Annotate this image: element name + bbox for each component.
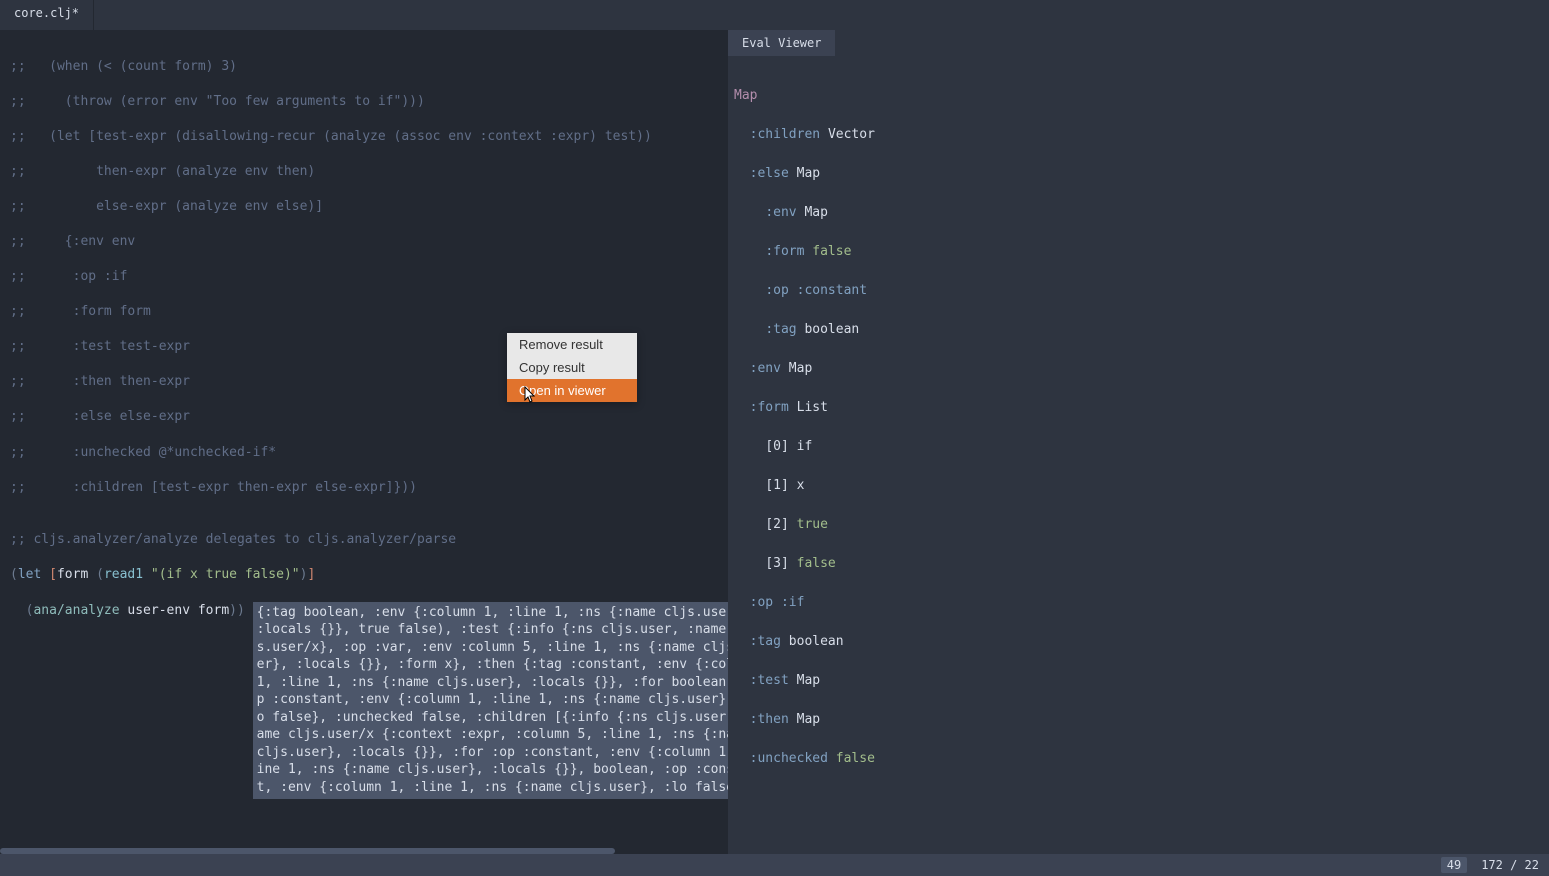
editor-pane[interactable]: ;; (when (< (count form) 3) ;; (throw (e…: [0, 30, 728, 854]
eval-result-block[interactable]: {:tag boolean, :env {:column 1, :line 1,…: [253, 602, 728, 799]
horizontal-scrollbar[interactable]: [0, 848, 615, 854]
status-column: 49: [1441, 857, 1467, 873]
context-menu: Remove result Copy result Open in viewer: [507, 333, 637, 402]
menu-open-in-viewer[interactable]: Open in viewer: [507, 379, 637, 402]
eval-viewer-pane: Eval Viewer Map :children Vector :else M…: [728, 30, 1549, 854]
status-bar: 49 172 / 22: [0, 854, 1549, 876]
menu-copy-result[interactable]: Copy result: [507, 356, 637, 379]
left-tab-bar: core.clj*: [0, 0, 1549, 30]
menu-remove-result[interactable]: Remove result: [507, 333, 637, 356]
tab-eval-viewer[interactable]: Eval Viewer: [728, 30, 835, 56]
right-tab-bar: Eval Viewer: [728, 30, 1549, 56]
status-position: 172 / 22: [1481, 858, 1539, 872]
eval-viewer-content[interactable]: Map :children Vector :else Map :env Map …: [728, 56, 1549, 817]
tab-core-clj[interactable]: core.clj*: [0, 0, 94, 30]
code-area[interactable]: ;; (when (< (count form) 3) ;; (throw (e…: [0, 30, 728, 854]
